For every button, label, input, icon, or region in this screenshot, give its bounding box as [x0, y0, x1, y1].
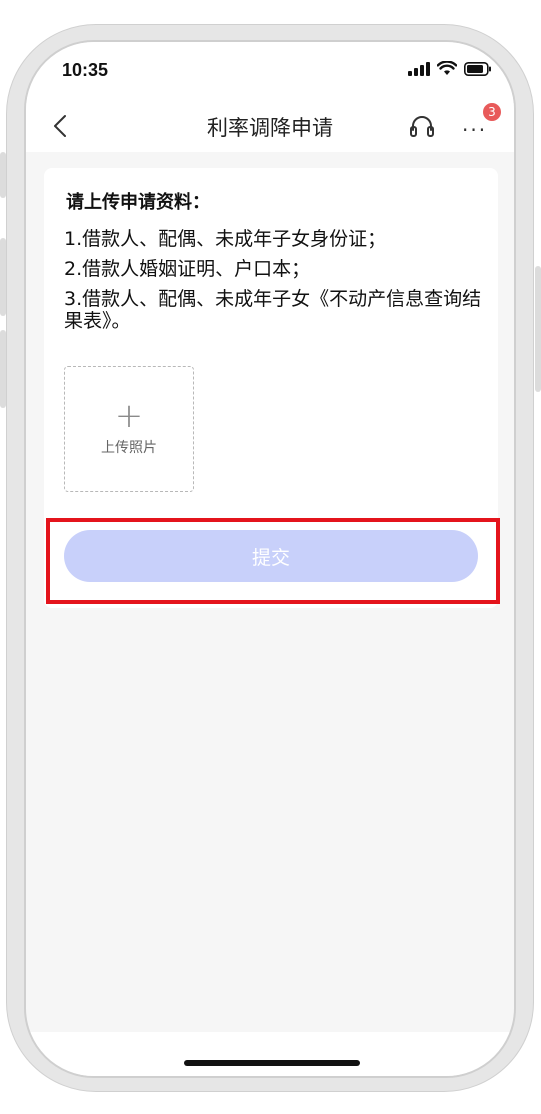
volume-down-button [0, 330, 6, 408]
mute-switch [0, 152, 6, 198]
requirements-list: 1.借款人、配偶、未成年子女身份证； 2.借款人婚姻证明、户口本； 3.借款人、… [64, 228, 484, 340]
phone-screen: 10:35 利率调降申请 ··· 3 请上传申请资料： 1.借款人、配偶、未成年… [24, 40, 516, 1078]
battery-icon [464, 61, 491, 76]
power-button [535, 266, 541, 392]
wifi-icon [437, 61, 457, 75]
upload-photo-button[interactable]: + 上传照片 [64, 366, 194, 492]
upload-card: 请上传申请资料： 1.借款人、配偶、未成年子女身份证； 2.借款人婚姻证明、户口… [44, 168, 500, 608]
home-indicator-area [26, 1032, 514, 1076]
navigation-bar: 利率调降申请 ··· 3 [26, 100, 514, 152]
customer-service-button[interactable] [408, 114, 436, 140]
page-title: 利率调降申请 [207, 116, 333, 140]
requirement-item: 2.借款人婚姻证明、户口本； [64, 258, 311, 280]
notification-badge: 3 [482, 102, 502, 122]
home-indicator[interactable] [184, 1060, 360, 1066]
volume-up-button [0, 238, 6, 316]
card-heading: 请上传申请资料： [66, 192, 210, 213]
status-icons [408, 61, 492, 76]
requirement-item: 3.借款人、配偶、未成年子女《不动产信息查询结果表》。 [64, 288, 482, 332]
requirement-item: 1.借款人、配偶、未成年子女身份证； [64, 228, 387, 250]
plus-icon: + [114, 396, 144, 436]
status-time: 10:35 [62, 60, 109, 80]
signal-icon [408, 61, 430, 76]
more-dots-icon: ··· [462, 118, 488, 142]
submit-button[interactable]: 提交 [64, 530, 478, 582]
status-bar: 10:35 [26, 42, 514, 100]
headset-icon [410, 116, 434, 137]
upload-photo-label: 上传照片 [101, 440, 157, 456]
more-menu-button[interactable]: ··· 3 [462, 102, 502, 142]
